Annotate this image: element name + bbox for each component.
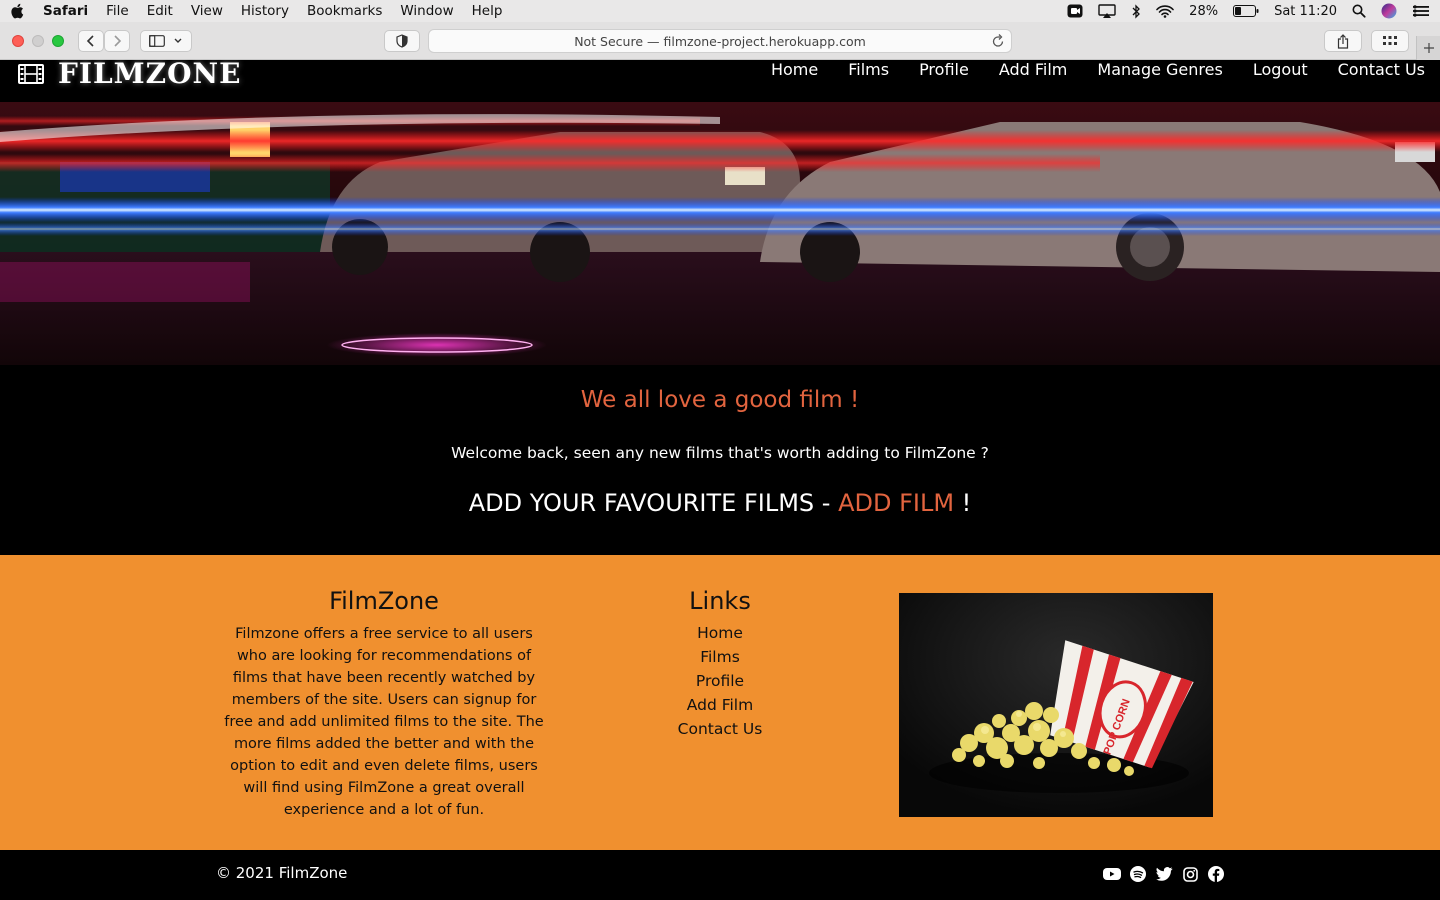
share-button[interactable] bbox=[1324, 30, 1362, 52]
footer-link-profile[interactable]: Profile bbox=[620, 669, 820, 693]
footer-link-home[interactable]: Home bbox=[620, 621, 820, 645]
twitter-icon[interactable] bbox=[1155, 865, 1173, 883]
window-minimize-button[interactable] bbox=[32, 35, 44, 47]
nav-home[interactable]: Home bbox=[771, 60, 818, 80]
tagline: We all love a good film ! bbox=[580, 387, 860, 413]
apple-icon[interactable] bbox=[0, 0, 34, 22]
menu-help[interactable]: Help bbox=[463, 0, 512, 22]
macos-menubar: Safari File Edit View History Bookmarks … bbox=[0, 0, 1440, 22]
nav-contact-us[interactable]: Contact Us bbox=[1338, 60, 1425, 80]
main-nav: Home Films Profile Add Film Manage Genre… bbox=[771, 60, 1425, 80]
chevron-left-icon bbox=[86, 35, 94, 47]
nav-logout[interactable]: Logout bbox=[1253, 60, 1308, 80]
facebook-icon[interactable] bbox=[1207, 865, 1225, 883]
forward-button[interactable] bbox=[104, 30, 130, 52]
window-fullscreen-button[interactable] bbox=[52, 35, 64, 47]
site-logo[interactable]: FILMZONE bbox=[18, 60, 241, 88]
share-icon bbox=[1337, 33, 1349, 49]
links-column: Links Home Films Profile Add Film Contac… bbox=[620, 587, 820, 741]
intro-section: We all love a good film ! Welcome back, … bbox=[0, 365, 1440, 555]
battery-icon[interactable] bbox=[1233, 5, 1259, 17]
browser-toolbar: Not Secure — filmzone-project.herokuapp.… bbox=[0, 22, 1440, 60]
nav-add-film[interactable]: Add Film bbox=[999, 60, 1068, 80]
spotlight-search-icon[interactable] bbox=[1352, 4, 1366, 18]
nav-manage-genres[interactable]: Manage Genres bbox=[1097, 60, 1222, 80]
grid-icon bbox=[1383, 36, 1397, 45]
shield-icon bbox=[396, 34, 408, 48]
zoom-icon[interactable] bbox=[1067, 4, 1083, 18]
control-center-icon[interactable] bbox=[1412, 4, 1430, 18]
battery-percent: 28% bbox=[1189, 3, 1219, 19]
address-bar[interactable]: Not Secure — filmzone-project.herokuapp.… bbox=[428, 29, 1012, 53]
add-film-link[interactable]: ADD FILM bbox=[838, 489, 954, 517]
film-icon bbox=[18, 64, 44, 84]
window-close-button[interactable] bbox=[12, 35, 24, 47]
youtube-icon[interactable] bbox=[1103, 865, 1121, 883]
address-text: Not Secure — filmzone-project.herokuapp.… bbox=[574, 33, 866, 49]
menu-edit[interactable]: Edit bbox=[138, 0, 182, 22]
footer-link-films[interactable]: Films bbox=[620, 645, 820, 669]
nav-films[interactable]: Films bbox=[848, 60, 889, 80]
new-tab-button[interactable] bbox=[1416, 36, 1440, 60]
wifi-icon[interactable] bbox=[1156, 4, 1174, 18]
copyright: © 2021 FilmZone bbox=[216, 864, 348, 882]
spotify-icon[interactable] bbox=[1129, 865, 1147, 883]
footer-link-add-film[interactable]: Add Film bbox=[620, 693, 820, 717]
privacy-report-button[interactable] bbox=[384, 30, 420, 52]
about-text: Filmzone offers a free service to all us… bbox=[224, 626, 544, 818]
footer-main: FilmZone Filmzone offers a free service … bbox=[0, 555, 1440, 850]
welcome-message: Welcome back, seen any new films that's … bbox=[451, 444, 989, 462]
add-film-cta: ADD YOUR FAVOURITE FILMS - ADD FILM ! bbox=[0, 489, 1440, 517]
hero-image bbox=[0, 102, 1440, 365]
site-header: FILMZONE Home Films Profile Add Film Man… bbox=[0, 60, 1440, 102]
sidebar-toggle-button[interactable] bbox=[140, 30, 192, 52]
sidebar-icon bbox=[149, 35, 165, 47]
menu-bookmarks[interactable]: Bookmarks bbox=[298, 0, 391, 22]
menu-app-name[interactable]: Safari bbox=[34, 0, 97, 22]
social-links bbox=[1103, 865, 1225, 883]
menu-file[interactable]: File bbox=[97, 0, 138, 22]
about-title: FilmZone bbox=[329, 587, 439, 615]
footer-link-contact-us[interactable]: Contact Us bbox=[620, 717, 820, 741]
back-button[interactable] bbox=[78, 30, 104, 52]
plus-icon bbox=[1423, 43, 1434, 53]
logo-text: FILMZONE bbox=[58, 57, 242, 90]
reload-icon[interactable] bbox=[991, 33, 1005, 49]
popcorn-image: POP CORN bbox=[899, 593, 1213, 817]
tab-overview-button[interactable] bbox=[1371, 30, 1409, 52]
cta-text: ADD YOUR FAVOURITE FILMS - bbox=[468, 489, 839, 517]
links-title: Links bbox=[689, 587, 751, 615]
chevron-down-icon bbox=[174, 38, 182, 43]
nav-profile[interactable]: Profile bbox=[919, 60, 969, 80]
about-column: FilmZone Filmzone offers a free service … bbox=[224, 587, 544, 821]
menubar-clock[interactable]: Sat 11:20 bbox=[1274, 4, 1337, 19]
menu-view[interactable]: View bbox=[182, 0, 232, 22]
siri-icon[interactable] bbox=[1381, 3, 1397, 19]
bottom-bar: © 2021 FilmZone bbox=[0, 850, 1440, 900]
cta-end: ! bbox=[954, 489, 972, 517]
chevron-right-icon bbox=[114, 35, 122, 47]
menu-history[interactable]: History bbox=[232, 0, 298, 22]
menu-window[interactable]: Window bbox=[391, 0, 462, 22]
instagram-icon[interactable] bbox=[1181, 865, 1199, 883]
bluetooth-icon[interactable] bbox=[1131, 3, 1141, 19]
airplay-icon[interactable] bbox=[1098, 4, 1116, 18]
